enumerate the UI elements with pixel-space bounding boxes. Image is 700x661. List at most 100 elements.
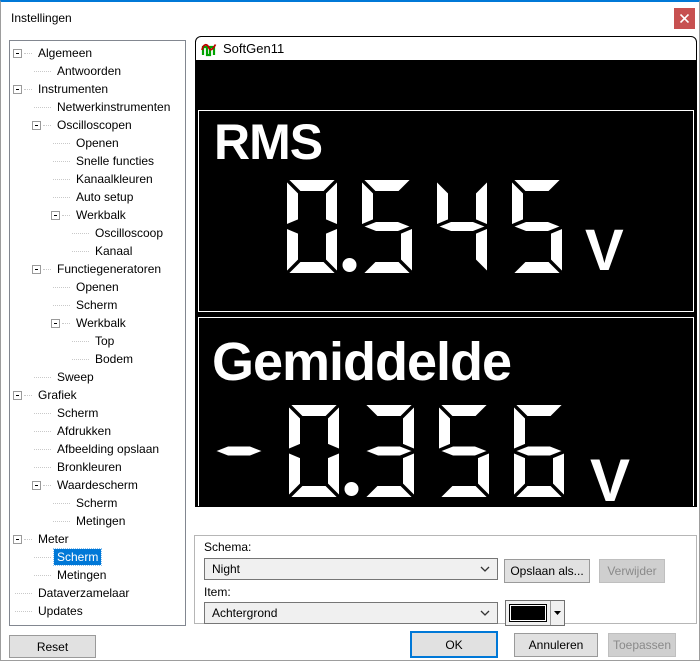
schema-combobox[interactable]: Night (204, 558, 498, 580)
tree-item-scherm[interactable]: Scherm (10, 404, 185, 422)
tree-connector (51, 520, 73, 522)
tree-item-openen[interactable]: Openen (10, 278, 185, 296)
tree-connector (70, 232, 92, 234)
tree-item-label: Instrumenten (38, 82, 109, 96)
tree-item-afdrukken[interactable]: Afdrukken (10, 422, 185, 440)
tree-item-bronkleuren[interactable]: Bronkleuren (10, 458, 185, 476)
tree-item-label: Oscilloscopen (57, 118, 132, 132)
tree-connector (51, 304, 73, 306)
tree-expander[interactable] (13, 48, 35, 58)
tree-item-werkbalk[interactable]: Werkbalk (10, 314, 185, 332)
tree-item-instrumenten[interactable]: Instrumenten (10, 80, 185, 98)
collapse-minus-icon[interactable] (13, 48, 22, 58)
tree-item-scherm[interactable]: Scherm (10, 494, 185, 512)
item-value: Achtergrond (212, 606, 278, 620)
tree-item-label: Netwerkinstrumenten (57, 100, 171, 114)
tree-item-label: Updates (38, 604, 83, 618)
seven-segment-display (211, 402, 567, 500)
tree-item-label: Oscilloscoop (95, 226, 164, 240)
reset-button[interactable]: Reset (9, 635, 96, 658)
color-dropdown[interactable] (550, 601, 564, 625)
cancel-button[interactable]: Annuleren (514, 633, 598, 657)
ok-button[interactable]: OK (410, 631, 498, 658)
tree-item-meter[interactable]: Meter (10, 530, 185, 548)
tree-item-label: Antwoorden (57, 64, 122, 78)
tree-expander[interactable] (13, 390, 35, 400)
preview-title: SoftGen11 (223, 41, 285, 56)
tree-item-metingen[interactable]: Metingen (10, 566, 185, 584)
tree-item-sweep[interactable]: Sweep (10, 368, 185, 386)
collapse-minus-icon[interactable] (13, 84, 22, 94)
tree-item-label: Auto setup (76, 190, 134, 204)
collapse-minus-icon[interactable] (51, 318, 60, 328)
title-bar: Instellingen (1, 2, 699, 33)
tree-expander[interactable] (32, 264, 54, 274)
tree-item-afbeelding-opslaan[interactable]: Afbeelding opslaan (10, 440, 185, 458)
meter-value (211, 402, 567, 503)
color-picker-button[interactable] (505, 600, 565, 626)
item-combobox[interactable]: Achtergrond (204, 602, 498, 624)
tree-expander[interactable] (32, 120, 54, 130)
tree-connector (51, 142, 73, 144)
tree-item-netwerkinstrumenten[interactable]: Netwerkinstrumenten (10, 98, 185, 116)
tree-item-waardescherm[interactable]: Waardescherm (10, 476, 185, 494)
tree-item-label: Algemeen (38, 46, 93, 60)
tree-item-snelle-functies[interactable]: Snelle functies (10, 152, 185, 170)
tree-item-updates[interactable]: Updates (10, 602, 185, 620)
tree-expander[interactable] (13, 534, 35, 544)
tree-item-label: Dataverzamelaar (38, 586, 130, 600)
tree-item-label: Afbeelding opslaan (57, 442, 160, 456)
collapse-minus-icon[interactable] (32, 120, 41, 130)
tree-connector (32, 466, 54, 468)
collapse-minus-icon[interactable] (13, 390, 22, 400)
tree-item-metingen[interactable]: Metingen (10, 512, 185, 530)
tree-expander[interactable] (51, 318, 73, 328)
collapse-minus-icon[interactable] (51, 210, 60, 220)
softgen-icon (201, 43, 217, 56)
tree-item-functiegeneratoren[interactable]: Functiegeneratoren (10, 260, 185, 278)
tree-item-oscilloscopen[interactable]: Oscilloscopen (10, 116, 185, 134)
tree-item-bodem[interactable]: Bodem (10, 350, 185, 368)
tree-item-label: Functiegeneratoren (57, 262, 162, 276)
tree-item-scherm[interactable]: Scherm (10, 548, 185, 566)
tree-item-label: Metingen (57, 568, 107, 582)
tree-item-label: Grafiek (38, 388, 77, 402)
tree-connector (32, 70, 54, 72)
close-button[interactable] (674, 8, 695, 29)
tree-expander[interactable] (32, 480, 54, 490)
dropdown-arrow-icon (554, 611, 561, 615)
tree-item-label: Scherm (76, 496, 118, 510)
tree-item-antwoorden[interactable]: Antwoorden (10, 62, 185, 80)
tree-expander[interactable] (13, 84, 35, 94)
tree-item-oscilloscoop[interactable]: Oscilloscoop (10, 224, 185, 242)
tree-item-label: Waardescherm (57, 478, 138, 492)
settings-dialog: Instellingen Algemeen Antwoorden Instrumen… (0, 0, 700, 661)
tree-item-label: Bodem (95, 352, 134, 366)
apply-button[interactable]: Toepassen (608, 633, 676, 657)
tree-item-werkbalk[interactable]: Werkbalk (10, 206, 185, 224)
tree-item-kanaal[interactable]: Kanaal (10, 242, 185, 260)
save-as-button[interactable]: Opslaan als... (504, 559, 590, 583)
tree-item-label: Afdrukken (57, 424, 112, 438)
tree-item-openen[interactable]: Openen (10, 134, 185, 152)
tree-item-top[interactable]: Top (10, 332, 185, 350)
tree-connector (51, 286, 73, 288)
tree-item-label: Kanaal (95, 244, 133, 258)
chevron-down-icon (480, 610, 490, 616)
meter-panel-gemiddelde: Gemiddelde V (198, 317, 694, 506)
tree-connector (51, 502, 73, 504)
tree-item-algemeen[interactable]: Algemeen (10, 44, 185, 62)
delete-button[interactable]: Verwijder (599, 559, 665, 583)
tree-item-auto-setup[interactable]: Auto setup (10, 188, 185, 206)
tree-item-label: Snelle functies (76, 154, 155, 168)
tree-expander[interactable] (51, 210, 73, 220)
tree-item-dataverzamelaar[interactable]: Dataverzamelaar (10, 584, 185, 602)
collapse-minus-icon[interactable] (13, 534, 22, 544)
collapse-minus-icon[interactable] (32, 264, 41, 274)
meter-preview-window: SoftGen11 RMS V Gemiddelde V (195, 36, 697, 507)
tree-item-scherm[interactable]: Scherm (10, 296, 185, 314)
tree-item-kanaalkleuren[interactable]: Kanaalkleuren (10, 170, 185, 188)
collapse-minus-icon[interactable] (32, 480, 41, 490)
meter-label: Gemiddelde (212, 332, 512, 392)
tree-item-grafiek[interactable]: Grafiek (10, 386, 185, 404)
